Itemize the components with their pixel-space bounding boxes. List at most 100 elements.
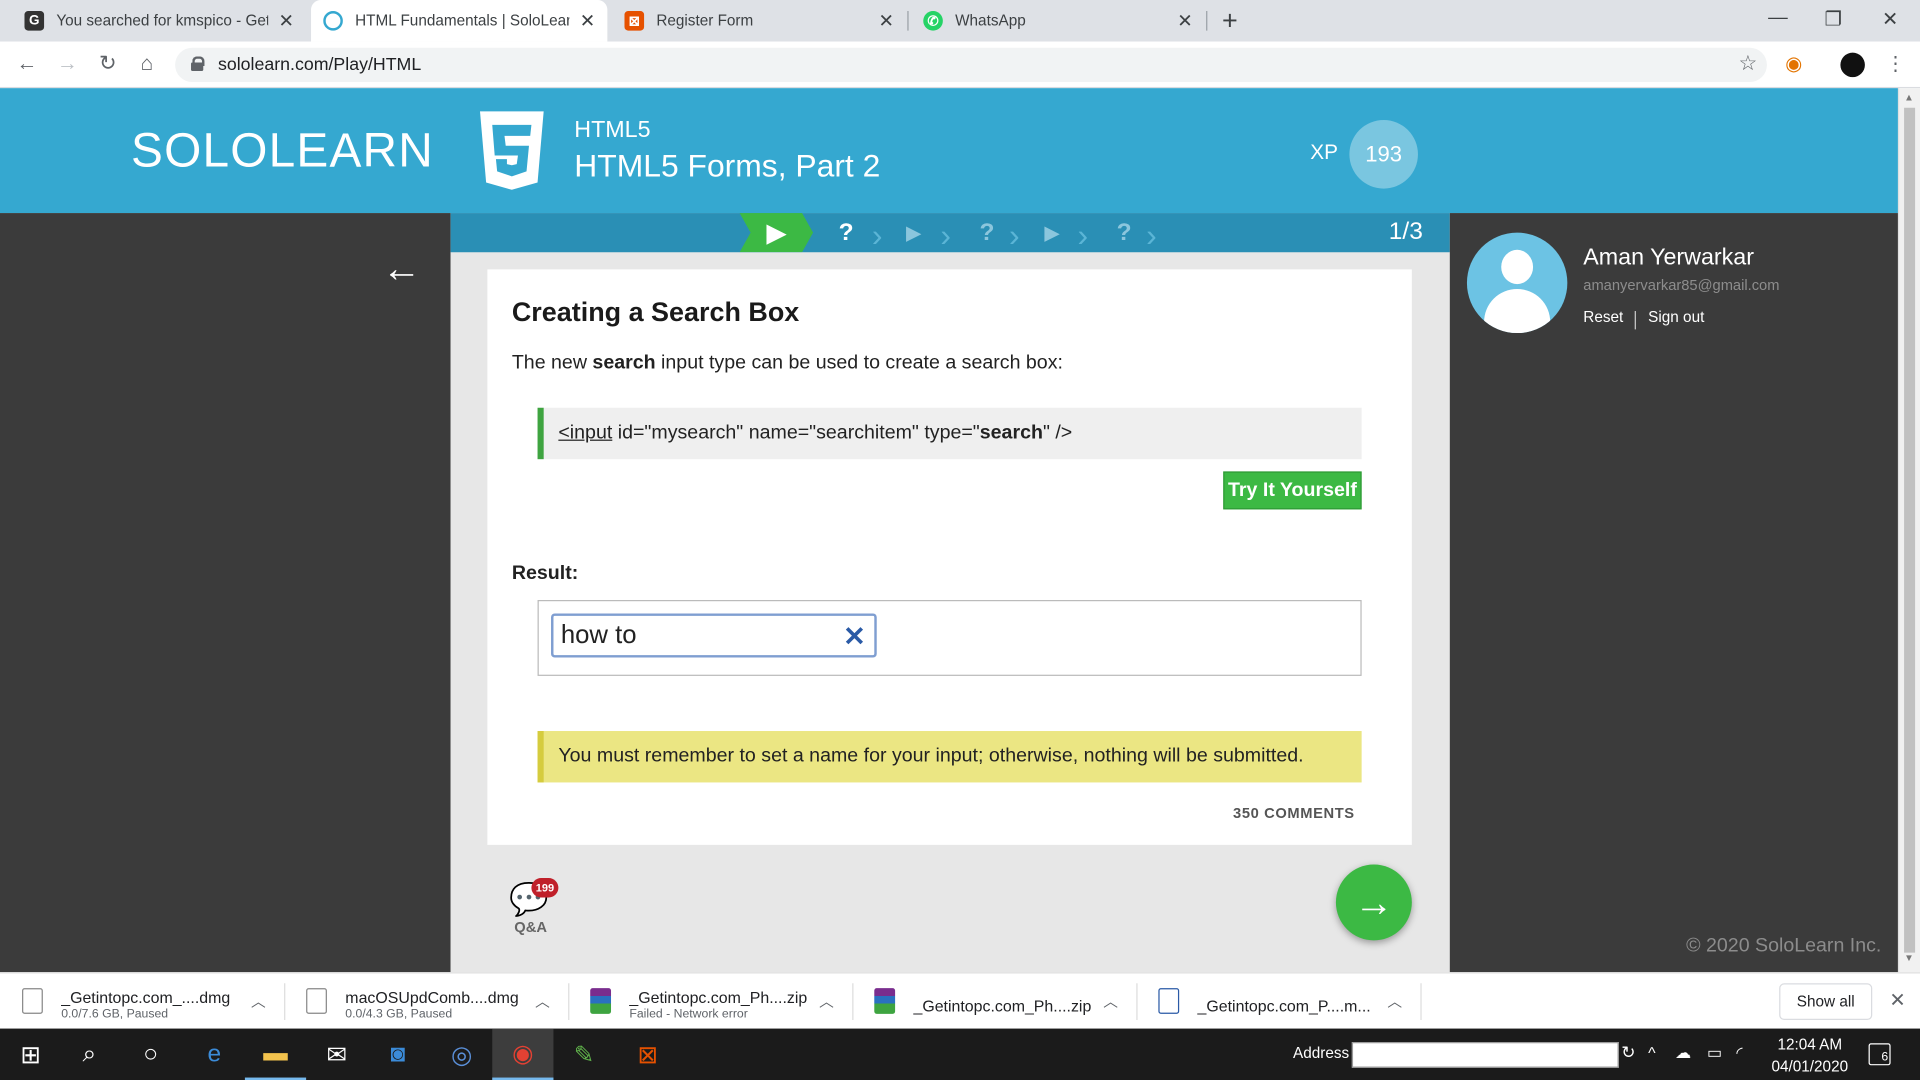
tab-sololearn[interactable]: HTML Fundamentals | SoloLearn: ✕ xyxy=(311,0,608,42)
step-counter: 1/3 xyxy=(1388,217,1423,245)
lesson-intro: The new search input type can be used to… xyxy=(512,353,1063,375)
download-item[interactable]: macOSUpdComb....dmg 0.0/4.3 GB, Paused ︿ xyxy=(284,973,566,1029)
close-tab-icon[interactable]: ✕ xyxy=(278,10,293,32)
chevron-up-icon[interactable]: ︿ xyxy=(1103,991,1118,1012)
forward-button[interactable]: → xyxy=(55,51,79,75)
close-window-button[interactable]: ✕ xyxy=(1882,7,1898,31)
file-explorer-icon[interactable]: ▬ xyxy=(244,1029,307,1080)
close-tab-icon[interactable]: ✕ xyxy=(580,10,595,32)
notification-center-icon[interactable]: 6 xyxy=(1868,1043,1891,1066)
user-email: amanyervarkar85@gmail.com xyxy=(1583,276,1780,294)
lesson-title: HTML5 Forms, Part 2 xyxy=(574,146,881,184)
user-name[interactable]: Aman Yerwarkar xyxy=(1583,245,1754,272)
step-quiz-icon[interactable]: ? xyxy=(824,213,868,252)
close-downloads-icon[interactable]: ✕ xyxy=(1889,988,1905,1012)
cloud-icon[interactable]: ☁ xyxy=(1675,1043,1691,1063)
chevron-icon: › xyxy=(871,216,883,254)
download-item[interactable]: _Getintopc.com_Ph....zip ︿ xyxy=(852,973,1134,1029)
page-scrollbar[interactable]: ▲ ▼ xyxy=(1897,88,1920,973)
step-play-icon[interactable]: ▶ xyxy=(899,213,928,252)
extension-icon[interactable]: ◉ xyxy=(1785,51,1802,75)
scroll-thumb[interactable] xyxy=(1904,107,1916,953)
reset-link[interactable]: Reset xyxy=(1583,309,1623,326)
new-tab-button[interactable]: + xyxy=(1222,5,1238,37)
clock-date: 04/01/2020 xyxy=(1771,1057,1849,1076)
close-tab-icon[interactable]: ✕ xyxy=(1177,10,1192,32)
home-icon[interactable]: ⌂ xyxy=(135,51,159,75)
g-favicon-icon: G xyxy=(24,11,45,31)
back-button[interactable]: ← xyxy=(15,51,39,75)
left-panel: ← xyxy=(0,213,451,973)
tab-kmspico[interactable]: G You searched for kmspico - Get I ✕ xyxy=(12,0,306,42)
chevron-up-icon[interactable]: ︿ xyxy=(819,991,834,1012)
download-item[interactable]: _Getintopc.com_P....m... ︿ xyxy=(1136,973,1418,1029)
minimize-button[interactable]: — xyxy=(1768,7,1788,29)
back-arrow-icon[interactable]: ← xyxy=(382,246,421,291)
url-text[interactable]: sololearn.com/Play/HTML xyxy=(218,55,421,75)
step-play-icon[interactable]: ▶ xyxy=(1037,213,1066,252)
notepad-plus-icon[interactable]: ✎ xyxy=(553,1029,614,1080)
file-icon xyxy=(22,988,43,1014)
intro-text: The new xyxy=(511,352,593,374)
clear-icon[interactable]: ✕ xyxy=(843,621,866,653)
windows-start-icon[interactable]: ⊞ xyxy=(0,1029,61,1080)
mail-icon[interactable]: ✉ xyxy=(306,1029,367,1080)
xampp-icon[interactable]: ⊠ xyxy=(617,1029,678,1080)
chrome-icon[interactable]: ◉ xyxy=(492,1028,554,1080)
wifi-icon[interactable]: ◜ xyxy=(1736,1043,1742,1063)
tab-register-form[interactable]: ⊠ Register Form ✕ xyxy=(612,0,906,42)
tab-title: You searched for kmspico - Get I xyxy=(56,12,269,30)
address-toolbar-label: Address xyxy=(1293,1044,1350,1062)
sign-out-link[interactable]: Sign out xyxy=(1648,309,1704,326)
address-toolbar-input[interactable] xyxy=(1351,1042,1619,1068)
chevron-up-icon[interactable]: ^ xyxy=(1648,1043,1655,1061)
refresh-icon[interactable]: ↻ xyxy=(1621,1042,1635,1063)
comments-link[interactable]: 350 COMMENTS xyxy=(1233,804,1355,821)
tab-title: WhatsApp xyxy=(955,12,1026,30)
try-it-yourself-button[interactable]: Try It Yourself xyxy=(1223,471,1362,510)
chevron-up-icon[interactable]: ︿ xyxy=(1387,991,1402,1012)
chevron-icon: › xyxy=(940,216,952,254)
bookmark-star-icon[interactable]: ☆ xyxy=(1738,51,1757,75)
whatsapp-favicon-icon: ✆ xyxy=(923,11,943,31)
html5-shield-icon xyxy=(480,111,544,190)
download-item[interactable]: _Getintopc.com_....dmg 0.0/7.6 GB, Pause… xyxy=(0,973,282,1029)
qbittorrent-icon[interactable]: ◎ xyxy=(431,1029,492,1080)
edge-icon[interactable]: e xyxy=(184,1029,245,1080)
meeting-app-icon[interactable]: ◙ xyxy=(367,1029,428,1080)
system-clock[interactable]: 12:04 AM 04/01/2020 xyxy=(1763,1033,1856,1077)
search-icon[interactable]: ⌕ xyxy=(59,1029,120,1080)
chevron-up-icon[interactable]: ︿ xyxy=(535,991,550,1012)
reload-button[interactable]: ↻ xyxy=(96,51,120,75)
avatar-head xyxy=(1501,249,1534,285)
qa-button[interactable]: 💬 199 Q&A xyxy=(509,877,559,939)
chrome-menu-icon[interactable]: ⋮ xyxy=(1886,51,1906,75)
chevron-up-icon[interactable]: ︿ xyxy=(251,991,266,1012)
next-button[interactable]: → xyxy=(1335,864,1412,941)
scroll-down-icon[interactable]: ▼ xyxy=(1904,953,1914,964)
code-text: " /> xyxy=(1042,422,1073,444)
scroll-up-icon[interactable]: ▲ xyxy=(1904,92,1914,103)
search-input[interactable]: how to ✕ xyxy=(551,613,877,658)
link-divider xyxy=(1634,311,1636,330)
tab-whatsapp[interactable]: ✆ WhatsApp ✕ xyxy=(911,0,1205,42)
xp-badge: 193 xyxy=(1349,120,1418,189)
download-status: 0.0/7.6 GB, Paused xyxy=(61,1007,169,1022)
cortana-icon[interactable]: ○ xyxy=(120,1029,181,1080)
restore-button[interactable]: ❐ xyxy=(1824,7,1842,31)
battery-icon[interactable]: ▭ xyxy=(1707,1043,1722,1063)
sololearn-logo[interactable]: SOLOLEARN xyxy=(131,125,434,179)
lesson-heading: Creating a Search Box xyxy=(511,296,800,327)
profile-avatar[interactable] xyxy=(1840,52,1865,78)
step-quiz-icon[interactable]: ? xyxy=(1102,213,1146,252)
close-tab-icon[interactable]: ✕ xyxy=(878,10,893,32)
step-play-icon[interactable]: ▶ xyxy=(739,213,814,253)
step-quiz-icon[interactable]: ? xyxy=(965,213,1009,252)
download-item[interactable]: _Getintopc.com_Ph....zip Failed - Networ… xyxy=(568,973,850,1029)
show-all-button[interactable]: Show all xyxy=(1779,983,1873,1021)
tab-divider xyxy=(1206,11,1208,31)
code-tag-link[interactable]: <input xyxy=(558,422,612,444)
code-keyword: search xyxy=(979,422,1043,444)
user-avatar[interactable] xyxy=(1466,232,1568,334)
address-bar[interactable]: sololearn.com/Play/HTML ☆ xyxy=(175,47,1767,83)
